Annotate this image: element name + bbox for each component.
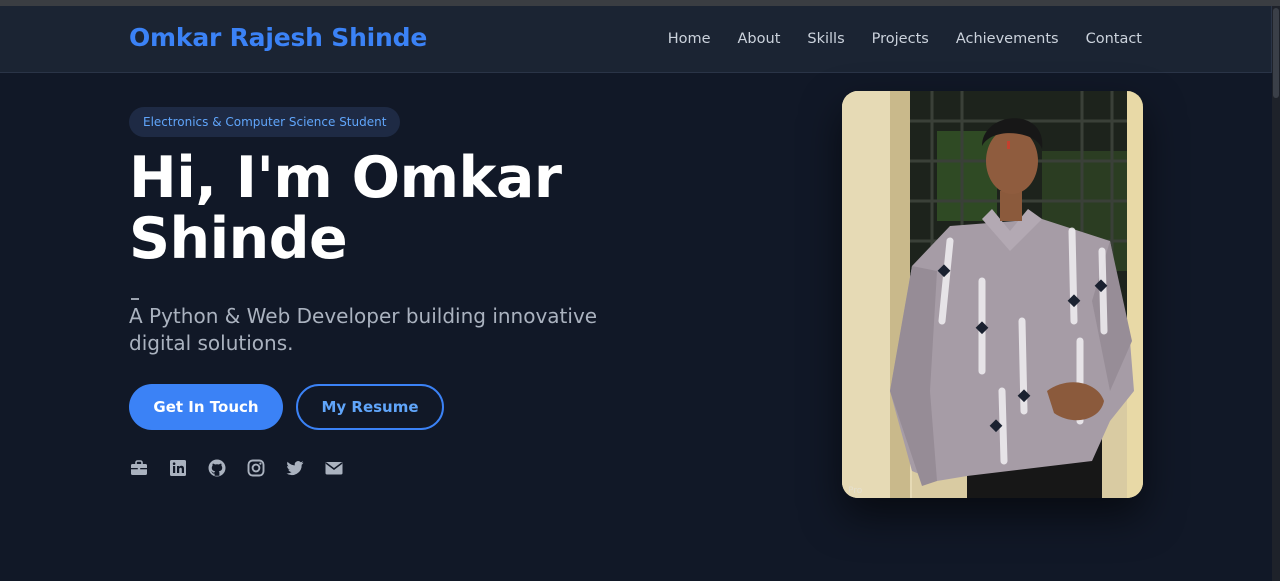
typing-cursor	[131, 298, 139, 300]
nav-projects[interactable]: Projects	[872, 31, 929, 47]
social-links	[129, 458, 344, 478]
navbar: Omkar Rajesh Shinde Home About Skills Pr…	[0, 6, 1272, 73]
brand-name[interactable]: Omkar Rajesh Shinde	[129, 23, 427, 52]
linkedin-icon[interactable]	[168, 458, 188, 478]
nav-skills[interactable]: Skills	[807, 31, 844, 47]
nav-about[interactable]: About	[738, 31, 781, 47]
envelope-icon[interactable]	[324, 458, 344, 478]
scrollbar-thumb[interactable]	[1273, 8, 1279, 98]
nav-contact[interactable]: Contact	[1086, 31, 1142, 47]
instagram-icon[interactable]	[246, 458, 266, 478]
main-nav: Home About Skills Projects Achievements …	[668, 31, 1142, 47]
twitter-icon[interactable]	[285, 458, 305, 478]
photo-watermark: Pro	[848, 486, 863, 496]
resume-button[interactable]: My Resume	[296, 384, 444, 430]
get-in-touch-button[interactable]: Get In Touch	[129, 384, 283, 430]
github-icon[interactable]	[207, 458, 227, 478]
nav-home[interactable]: Home	[668, 31, 711, 47]
briefcase-icon[interactable]	[129, 458, 149, 478]
hero-subtitle: A Python & Web Developer building innova…	[129, 304, 598, 355]
nav-achievements[interactable]: Achievements	[956, 31, 1059, 47]
profile-photo-illustration	[842, 91, 1143, 498]
role-badge: Electronics & Computer Science Student	[129, 107, 401, 137]
profile-photo: Pro	[842, 91, 1143, 498]
hero-title: Hi, I'm Omkar Shinde	[129, 145, 562, 272]
page-scrollbar[interactable]	[1272, 6, 1280, 581]
